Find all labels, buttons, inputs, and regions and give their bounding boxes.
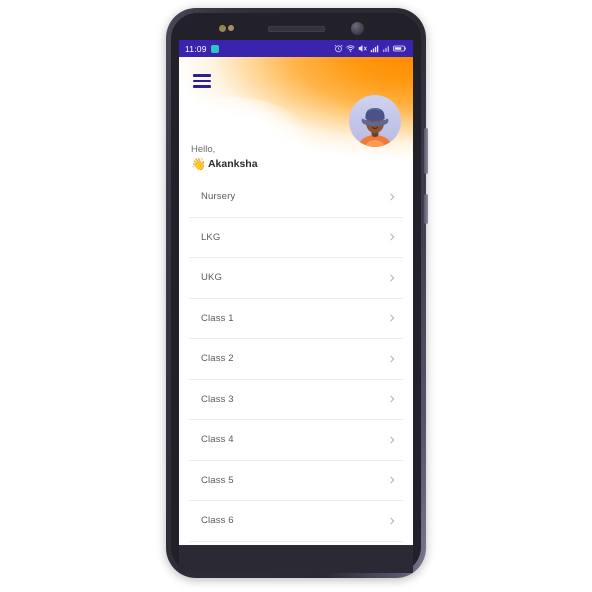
proximity-sensor-icon <box>219 25 226 32</box>
greeting-hello-text: Hello, <box>191 144 216 155</box>
hamburger-menu-icon[interactable] <box>191 69 217 93</box>
class-list-item[interactable]: UKG <box>189 258 403 299</box>
class-list-item-label: Nursery <box>201 191 236 203</box>
alarm-icon <box>334 44 343 53</box>
class-list-item[interactable]: Nursery <box>189 177 403 218</box>
class-list: Nursery LKG UKG Class 1 Class 2 Class 3 Class … <box>179 177 413 542</box>
signal-bars-secondary-icon <box>383 46 389 52</box>
class-list-item-label: Class 4 <box>201 434 234 446</box>
class-list-item-label: Class 3 <box>201 393 234 405</box>
hamburger-bar <box>193 74 211 77</box>
top-bezel <box>171 13 421 41</box>
power-button[interactable] <box>424 194 428 224</box>
hamburger-bar <box>193 79 211 83</box>
front-camera-icon <box>351 22 364 35</box>
status-bar-clock: 11:09 <box>185 43 207 54</box>
class-list-item[interactable]: Class 1 <box>189 299 403 339</box>
class-list-item[interactable]: Class 3 <box>189 380 403 420</box>
chevron-right-icon <box>390 314 395 322</box>
class-list-item-label: LKG <box>201 231 221 243</box>
class-list-item-label: Class 5 <box>201 474 234 486</box>
chevron-right-icon <box>390 395 395 403</box>
chevron-right-icon <box>390 476 395 484</box>
greeting-block: Hello, 👋 Akanksha <box>191 143 258 171</box>
chevron-right-icon <box>390 355 395 363</box>
class-list-item-label: Class 1 <box>201 312 234 324</box>
battery-icon <box>393 45 406 52</box>
signal-bars-icon <box>370 45 379 53</box>
chevron-right-icon <box>390 193 395 201</box>
chevron-right-icon <box>390 436 395 444</box>
phone-screen: 11:09 Hello, 👋 Akanksha Nursery LKG UKG … <box>179 40 413 545</box>
status-bar-left: 11:09 <box>185 44 219 54</box>
light-sensor-icon <box>228 25 234 31</box>
class-list-item[interactable]: Class 2 <box>189 339 403 380</box>
volume-rocker-button[interactable] <box>424 128 428 174</box>
app-header: Hello, 👋 Akanksha <box>179 57 413 177</box>
hamburger-bar <box>193 85 211 88</box>
class-list-item[interactable]: Class 5 <box>189 461 403 501</box>
class-list-item-label: Class 6 <box>201 515 234 527</box>
screenshot-canvas: 11:09 Hello, 👋 Akanksha Nursery LKG UKG … <box>0 0 592 592</box>
chevron-right-icon <box>390 517 395 525</box>
mute-icon <box>358 45 367 52</box>
wifi-icon <box>346 45 355 52</box>
status-bar: 11:09 <box>179 40 413 57</box>
status-bar-right <box>334 44 407 53</box>
class-list-item[interactable]: Class 6 <box>189 501 403 542</box>
class-list-item-label: Class 2 <box>201 353 234 365</box>
screen-bottom-edge <box>179 545 413 573</box>
waving-hand-icon: 👋 <box>191 157 206 171</box>
chevron-right-icon <box>390 274 395 282</box>
chevron-right-icon <box>390 233 395 241</box>
class-list-item[interactable]: LKG <box>189 218 403 258</box>
earpiece-speaker <box>268 26 325 32</box>
avatar-illustration <box>349 95 401 147</box>
greeting-name-row: 👋 Akanksha <box>191 157 258 171</box>
user-name: Akanksha <box>207 158 258 170</box>
avatar[interactable] <box>349 95 401 147</box>
class-list-item-label: UKG <box>201 272 223 284</box>
class-list-item[interactable]: Class 4 <box>189 420 403 461</box>
notification-app-icon <box>210 44 219 53</box>
